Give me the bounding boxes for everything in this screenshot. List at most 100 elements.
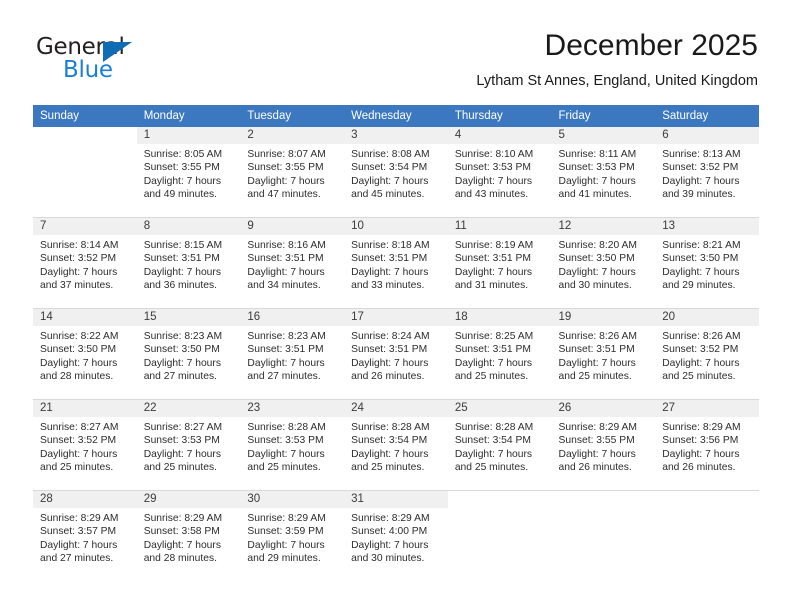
daylight-text-line1: Daylight: 7 hours	[143, 539, 221, 551]
sunset-text: Sunset: 3:51 PM	[454, 344, 531, 356]
daylight-text-line1: Daylight: 7 hours	[247, 175, 325, 187]
calendar-cell: 2 Sunrise: 8:07 AM Sunset: 3:55 PM Daylight…	[240, 127, 345, 218]
calendar-day[interactable]: 23 Sunrise: 8:28 AM Sunset: 3:53 PM Dayligh…	[240, 400, 345, 490]
sunset-text: Sunset: 3:55 PM	[143, 162, 220, 174]
day-details: Sunrise: 8:29 AM Sunset: 3:58 PM Daylight:…	[137, 508, 241, 566]
day-number: 4	[447, 127, 552, 144]
calendar-cell: 14 Sunrise: 8:22 AM Sunset: 3:50 PM Dayligh…	[33, 308, 137, 400]
sunrise-text: Sunrise: 8:19 AM	[454, 240, 534, 251]
calendar-day[interactable]: 1 Sunrise: 8:05 AM Sunset: 3:55 PM Daylight…	[136, 127, 241, 217]
day-number	[552, 491, 656, 508]
calendar-day[interactable]: 27 Sunrise: 8:29 AM Sunset: 3:56 PM Dayligh…	[655, 400, 759, 490]
calendar-cell: 10 Sunrise: 8:18 AM Sunset: 3:51 PM Dayligh…	[344, 217, 448, 309]
daylight-text-line2: and 45 minutes.	[351, 189, 425, 201]
daylight-text-line2: and 33 minutes.	[351, 280, 425, 292]
sunset-text: Sunset: 3:50 PM	[558, 253, 635, 265]
day-number: 8	[136, 218, 241, 235]
calendar-day[interactable]: 5 Sunrise: 8:11 AM Sunset: 3:53 PM Daylight…	[551, 127, 656, 217]
daylight-text-line1: Daylight: 7 hours	[40, 357, 118, 369]
daylight-text-line1: Daylight: 7 hours	[662, 448, 740, 460]
calendar-day[interactable]: 14 Sunrise: 8:22 AM Sunset: 3:50 PM Dayligh…	[33, 309, 137, 399]
calendar-day[interactable]: 25 Sunrise: 8:28 AM Sunset: 3:54 PM Dayligh…	[447, 400, 552, 490]
sunrise-text: Sunrise: 8:20 AM	[558, 240, 637, 251]
calendar-day[interactable]: 2 Sunrise: 8:07 AM Sunset: 3:55 PM Daylight…	[240, 127, 345, 217]
calendar-cell: 9 Sunrise: 8:16 AM Sunset: 3:51 PM Daylight…	[240, 217, 345, 309]
calendar-day[interactable]: 19 Sunrise: 8:26 AM Sunset: 3:51 PM Dayligh…	[551, 309, 656, 399]
calendar-day[interactable]: 3 Sunrise: 8:08 AM Sunset: 3:54 PM Daylight…	[344, 127, 448, 217]
day-details: Sunrise: 8:24 AM Sunset: 3:51 PM Daylight:…	[344, 326, 448, 384]
calendar-day[interactable]: 28 Sunrise: 8:29 AM Sunset: 3:57 PM Dayligh…	[33, 491, 137, 581]
calendar-day[interactable]: 29 Sunrise: 8:29 AM Sunset: 3:58 PM Dayligh…	[136, 491, 241, 581]
calendar-day[interactable]: 12 Sunrise: 8:20 AM Sunset: 3:50 PM Dayligh…	[551, 218, 656, 308]
calendar-day-empty	[448, 491, 552, 581]
daylight-text-line2: and 30 minutes.	[558, 280, 632, 292]
calendar-cell: 21 Sunrise: 8:27 AM Sunset: 3:52 PM Dayligh…	[33, 399, 137, 491]
logo-text-blue: Blue	[63, 57, 113, 83]
calendar-day[interactable]: 21 Sunrise: 8:27 AM Sunset: 3:52 PM Dayligh…	[33, 400, 137, 490]
sunrise-text: Sunrise: 8:21 AM	[662, 240, 741, 251]
day-number: 23	[240, 400, 345, 417]
calendar-day[interactable]: 10 Sunrise: 8:18 AM Sunset: 3:51 PM Dayligh…	[344, 218, 448, 308]
calendar-cell: 5 Sunrise: 8:11 AM Sunset: 3:53 PM Daylight…	[551, 127, 656, 218]
calendar-day[interactable]: 8 Sunrise: 8:15 AM Sunset: 3:51 PM Daylight…	[136, 218, 241, 308]
calendar-day[interactable]: 30 Sunrise: 8:29 AM Sunset: 3:59 PM Dayligh…	[240, 491, 345, 581]
calendar-day[interactable]: 24 Sunrise: 8:28 AM Sunset: 3:54 PM Dayligh…	[344, 400, 448, 490]
sunset-text: Sunset: 3:53 PM	[454, 162, 531, 174]
calendar-day[interactable]: 6 Sunrise: 8:13 AM Sunset: 3:52 PM Daylight…	[655, 127, 759, 217]
calendar-cell	[655, 490, 759, 581]
sunrise-text: Sunrise: 8:11 AM	[558, 149, 637, 160]
weekday-header-tuesday: Tuesday	[240, 105, 345, 127]
day-number: 14	[33, 309, 137, 326]
calendar-day[interactable]: 11 Sunrise: 8:19 AM Sunset: 3:51 PM Dayligh…	[447, 218, 552, 308]
calendar-day[interactable]: 4 Sunrise: 8:10 AM Sunset: 3:53 PM Daylight…	[447, 127, 552, 217]
daylight-text-line1: Daylight: 7 hours	[247, 266, 325, 278]
calendar-day[interactable]: 13 Sunrise: 8:21 AM Sunset: 3:50 PM Dayligh…	[655, 218, 759, 308]
calendar-cell: 16 Sunrise: 8:23 AM Sunset: 3:51 PM Dayligh…	[240, 308, 345, 400]
daylight-text-line2: and 49 minutes.	[143, 189, 217, 201]
calendar-cell: 24 Sunrise: 8:28 AM Sunset: 3:54 PM Dayligh…	[344, 399, 448, 491]
calendar-day[interactable]: 17 Sunrise: 8:24 AM Sunset: 3:51 PM Dayligh…	[344, 309, 448, 399]
calendar-day[interactable]: 9 Sunrise: 8:16 AM Sunset: 3:51 PM Daylight…	[240, 218, 345, 308]
calendar-cell	[33, 127, 137, 218]
calendar-cell: 28 Sunrise: 8:29 AM Sunset: 3:57 PM Dayligh…	[33, 490, 137, 581]
calendar-body: 1 Sunrise: 8:05 AM Sunset: 3:55 PM Daylight…	[33, 127, 759, 581]
daylight-text-line1: Daylight: 7 hours	[662, 357, 740, 369]
day-details: Sunrise: 8:21 AM Sunset: 3:50 PM Daylight:…	[655, 235, 759, 293]
calendar-week-row: 28 Sunrise: 8:29 AM Sunset: 3:57 PM Dayligh…	[33, 490, 759, 581]
calendar-day[interactable]: 31 Sunrise: 8:29 AM Sunset: 4:00 PM Dayligh…	[344, 491, 448, 581]
daylight-text-line2: and 27 minutes.	[247, 371, 321, 383]
day-number: 19	[551, 309, 656, 326]
day-details: Sunrise: 8:27 AM Sunset: 3:52 PM Daylight:…	[33, 417, 137, 475]
calendar-cell: 8 Sunrise: 8:15 AM Sunset: 3:51 PM Daylight…	[136, 217, 241, 309]
sunrise-text: Sunrise: 8:29 AM	[143, 513, 223, 524]
day-number: 22	[136, 400, 241, 417]
day-number: 2	[240, 127, 345, 144]
sunrise-text: Sunrise: 8:28 AM	[247, 422, 326, 433]
calendar-day[interactable]: 26 Sunrise: 8:29 AM Sunset: 3:55 PM Dayligh…	[551, 400, 656, 490]
calendar-day[interactable]: 22 Sunrise: 8:27 AM Sunset: 3:53 PM Dayligh…	[136, 400, 241, 490]
daylight-text-line1: Daylight: 7 hours	[247, 357, 325, 369]
daylight-text-line1: Daylight: 7 hours	[247, 539, 325, 551]
sunset-text: Sunset: 3:53 PM	[247, 435, 324, 447]
calendar-day[interactable]: 18 Sunrise: 8:25 AM Sunset: 3:51 PM Dayligh…	[447, 309, 552, 399]
calendar-cell: 17 Sunrise: 8:24 AM Sunset: 3:51 PM Dayligh…	[344, 308, 448, 400]
sunset-text: Sunset: 4:00 PM	[351, 526, 428, 538]
sunset-text: Sunset: 3:51 PM	[558, 344, 635, 356]
sunrise-text: Sunrise: 8:14 AM	[40, 240, 119, 251]
daylight-text-line2: and 29 minutes.	[247, 553, 321, 565]
calendar-day[interactable]: 20 Sunrise: 8:26 AM Sunset: 3:52 PM Dayligh…	[655, 309, 759, 399]
day-details: Sunrise: 8:29 AM Sunset: 3:57 PM Daylight:…	[33, 508, 137, 566]
day-details: Sunrise: 8:26 AM Sunset: 3:52 PM Daylight:…	[655, 326, 759, 384]
calendar-day[interactable]: 15 Sunrise: 8:23 AM Sunset: 3:50 PM Dayligh…	[136, 309, 241, 399]
generalblue-logo[interactable]: General Blue	[36, 34, 216, 90]
daylight-text-line1: Daylight: 7 hours	[143, 266, 221, 278]
day-number: 10	[344, 218, 448, 235]
day-number: 24	[344, 400, 448, 417]
day-number: 3	[344, 127, 448, 144]
calendar-day[interactable]: 16 Sunrise: 8:23 AM Sunset: 3:51 PM Dayligh…	[240, 309, 345, 399]
sunrise-text: Sunrise: 8:29 AM	[558, 422, 637, 433]
day-number: 12	[551, 218, 656, 235]
daylight-text-line2: and 27 minutes.	[143, 371, 217, 383]
calendar-day[interactable]: 7 Sunrise: 8:14 AM Sunset: 3:52 PM Daylight…	[33, 218, 137, 308]
title-block: December 2025 Lytham St Annes, England, …	[476, 26, 758, 92]
